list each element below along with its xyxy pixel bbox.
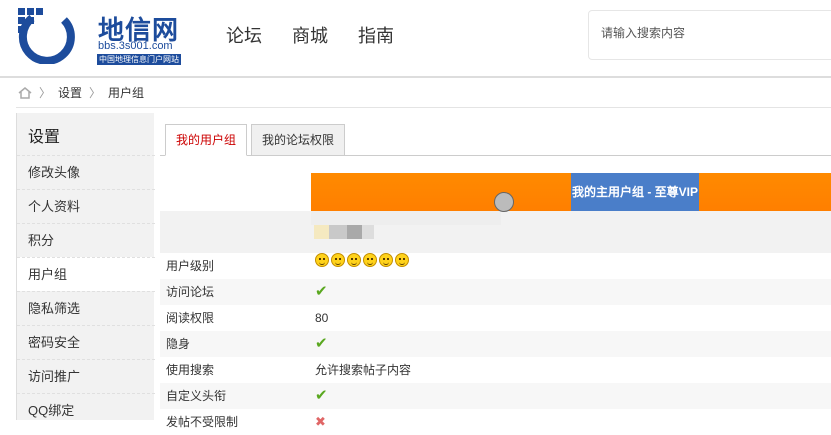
cross-icon: ✖ [315,414,326,429]
group-header-bar: 我的主用户组 - 至尊VIP [311,173,831,211]
smiley-icon [315,253,329,267]
table-row: 发帖不受限制 ✖ [160,409,831,435]
left-margin [0,108,16,420]
row-value: ✔ [315,383,328,409]
settings-sidebar: 设置 修改头像 个人资料 积分 用户组 隐私筛选 密码安全 访问推广 QQ绑定 [16,113,155,420]
row-label: 隐身 [166,337,191,351]
sidebar-list: 修改头像 个人资料 积分 用户组 隐私筛选 密码安全 访问推广 QQ绑定 [17,155,155,427]
row-label: 自定义头衔 [166,389,227,403]
logo-url: bbs.3s001.com [98,40,173,52]
sidebar-item-avatar[interactable]: 修改头像 [17,155,155,189]
row-value: 允许搜索帖子内容 [315,363,412,377]
row-label: 阅读权限 [166,311,215,325]
main-nav: 论坛 商城 指南 [226,22,394,48]
breadcrumb: 〉 设置 〉 用户组 [16,78,831,108]
row-value: ✔ [315,279,328,305]
row-label: 访问论坛 [166,285,215,299]
cursor-pointer-icon [494,192,514,212]
chevron-right-icon: 〉 [39,86,52,100]
row-value: ✖ [315,409,326,435]
tab-my-usergroup[interactable]: 我的用户组 [165,124,248,156]
sidebar-item-qq[interactable]: QQ绑定 [17,393,155,427]
nav-guide[interactable]: 指南 [358,22,394,48]
logo-subtitle: 中国地理信息门户网站 [97,54,181,65]
sidebar-item-privacy[interactable]: 隐私筛选 [17,291,155,325]
logo-emblem-icon [18,8,75,64]
sidebar-item-usergroup[interactable]: 用户组 [17,257,155,291]
group-header-label[interactable]: 我的主用户组 - 至尊VIP [571,173,699,211]
sidebar-item-profile[interactable]: 个人资料 [17,189,155,223]
sidebar-item-credits[interactable]: 积分 [17,223,155,257]
row-value: ✔ [315,331,328,357]
site-header: 地信网 bbs.3s001.com 中国地理信息门户网站 论坛 商城 指南 [0,0,831,76]
search-input[interactable] [601,26,821,40]
breadcrumb-settings[interactable]: 设置 [58,84,82,101]
tab-forum-permissions[interactable]: 我的论坛权限 [251,124,346,156]
smiley-icon [379,253,393,267]
smiley-icon [363,253,377,267]
table-row: 隐身 ✔ [160,331,831,357]
blurred-area [311,211,501,225]
tab-bar: 我的用户组 我的论坛权限 [165,124,349,156]
row-value: 80 [315,311,329,325]
sidebar-item-promotion[interactable]: 访问推广 [17,359,155,393]
home-icon[interactable] [18,86,32,99]
blurred-avatar [314,225,374,239]
permissions-table: 我的主用户组 - 至尊VIP 用户级别 访问论坛 ✔ 阅读权限 80 隐身 ✔ … [160,156,831,429]
table-row: 访问论坛 ✔ [160,279,831,305]
search-box [588,10,831,60]
row-label: 用户级别 [166,259,215,273]
breadcrumb-usergroup[interactable]: 用户组 [108,84,144,101]
site-logo[interactable]: 地信网 bbs.3s001.com 中国地理信息门户网站 [14,6,189,65]
sidebar-title: 设置 [28,129,61,146]
user-level-faces [315,253,409,267]
smiley-icon [347,253,361,267]
row-label: 使用搜索 [166,363,215,377]
smiley-icon [395,253,409,267]
check-icon: ✔ [315,335,328,352]
smiley-icon [331,253,345,267]
check-icon: ✔ [315,283,328,300]
table-row: 阅读权限 80 [160,305,831,331]
check-icon: ✔ [315,387,328,404]
table-row: 用户级别 [160,253,831,279]
nav-forum[interactable]: 论坛 [226,22,262,48]
nav-shop[interactable]: 商城 [292,22,328,48]
table-row: 自定义头衔 ✔ [160,383,831,409]
table-row: 使用搜索 允许搜索帖子内容 [160,357,831,383]
row-label: 发帖不受限制 [166,415,239,429]
sidebar-item-password[interactable]: 密码安全 [17,325,155,359]
chevron-right-icon: 〉 [89,86,102,100]
